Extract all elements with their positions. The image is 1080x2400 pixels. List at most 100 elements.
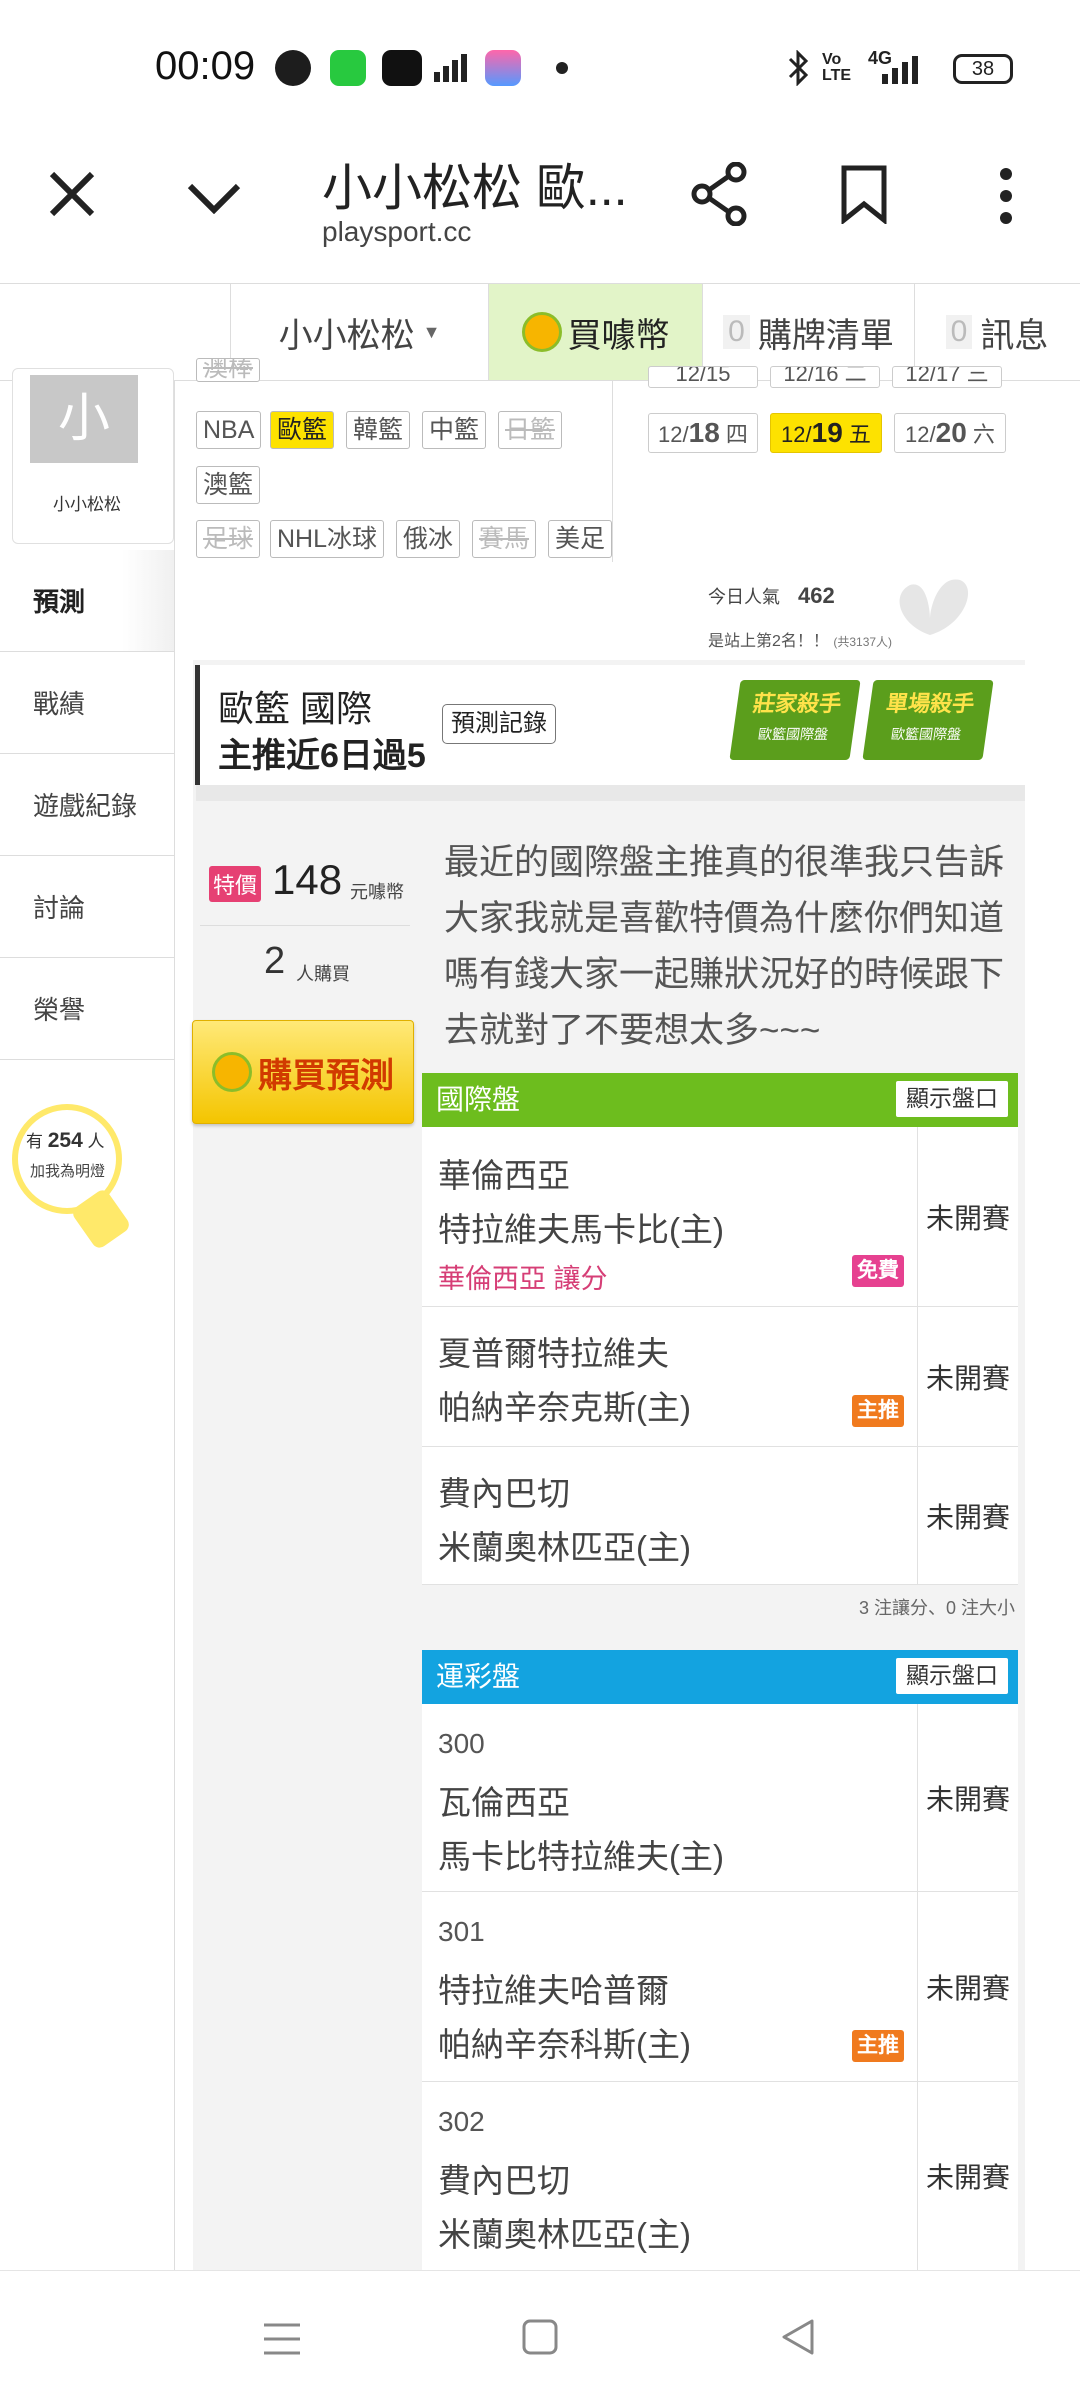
date-month: 12/ bbox=[905, 422, 936, 447]
buy-prediction-label: 購買預測 bbox=[258, 1056, 394, 1095]
category-chip-nba[interactable]: NBA bbox=[196, 411, 262, 449]
category-chip-australia-basketball[interactable]: 澳籃 bbox=[196, 466, 261, 504]
chevron-down-icon[interactable] bbox=[186, 182, 242, 214]
back-icon[interactable] bbox=[778, 2317, 818, 2357]
date-chip-12-19[interactable]: 12/19 五 bbox=[770, 413, 882, 453]
purchase-list-count: 0 bbox=[723, 315, 750, 349]
badge-sub: 歐籃國際盤 bbox=[889, 726, 963, 742]
game-status: 未開賽 bbox=[917, 1704, 1018, 1891]
prediction-league: 歐籃 國際 bbox=[218, 688, 373, 729]
badge-title: 莊家殺手 bbox=[751, 691, 844, 716]
line-icon bbox=[275, 50, 311, 86]
buy-coins-label: 買噱幣 bbox=[567, 316, 670, 355]
game-number: 300 bbox=[438, 1728, 485, 1759]
bookmark-icon[interactable] bbox=[840, 164, 888, 224]
category-chip-nhl[interactable]: NHL冰球 bbox=[270, 520, 385, 558]
popularity-label: 今日人氣 bbox=[708, 587, 780, 607]
sidebar-item-predictions[interactable]: 預測 bbox=[0, 550, 174, 652]
status-bar: 00:09 Vo LTE 4G 38 bbox=[0, 0, 1080, 130]
sale-tag: 特價 bbox=[209, 866, 262, 902]
game-row: 302 費內巴切 米蘭奧林匹亞(主) 未開賽 bbox=[422, 2082, 1018, 2270]
prediction-record-button[interactable]: 預測記錄 bbox=[442, 704, 556, 744]
light-prefix: 有 bbox=[26, 1132, 43, 1151]
international-header: 國際盤 顯示盤口 bbox=[422, 1073, 1018, 1127]
game-row: 夏普爾特拉維夫 帕納辛奈克斯(主) 主推 未開賽 bbox=[422, 1307, 1018, 1447]
category-chip-american-football[interactable]: 美足 bbox=[548, 520, 613, 558]
dot-icon bbox=[556, 62, 568, 74]
sidebar-item-label: 討論 bbox=[33, 893, 86, 923]
divider bbox=[200, 925, 410, 926]
show-odds-button[interactable]: 顯示盤口 bbox=[896, 1081, 1008, 1117]
date-weekday: 四 bbox=[725, 422, 748, 447]
profile-name[interactable]: 小小松松 bbox=[0, 490, 174, 515]
volte-icon: Vo LTE bbox=[822, 51, 852, 84]
home-team: 帕納辛奈克斯(主) bbox=[438, 1389, 691, 1426]
date-month: 12/ bbox=[781, 422, 812, 447]
panel-divider bbox=[196, 785, 1025, 801]
popularity: 今日人氣 462 bbox=[708, 583, 835, 609]
sidebar-item-label: 榮譽 bbox=[33, 995, 86, 1025]
category-chip-russia-hockey[interactable]: 俄冰 bbox=[396, 520, 461, 558]
date-day: 20 bbox=[935, 417, 967, 448]
butterfly-watermark-icon bbox=[899, 579, 969, 635]
share-icon[interactable] bbox=[690, 162, 750, 226]
home-team: 米蘭奧林匹亞(主) bbox=[438, 2216, 691, 2253]
sidebar-item-honors[interactable]: 榮譽 bbox=[0, 958, 174, 1060]
messages-label: 訊息 bbox=[980, 316, 1049, 355]
international-header-label: 國際盤 bbox=[436, 1084, 521, 1115]
main-pick-tag: 主推 bbox=[852, 2030, 904, 2062]
sidebar-item-record[interactable]: 戰績 bbox=[0, 652, 174, 754]
more-menu-icon[interactable] bbox=[996, 166, 1016, 226]
divider bbox=[612, 380, 613, 562]
recent-apps-icon[interactable] bbox=[262, 2319, 302, 2359]
price-value: 148 bbox=[272, 856, 343, 903]
date-chip-12-20[interactable]: 12/20 六 bbox=[894, 413, 1006, 453]
avatar[interactable]: 小 bbox=[30, 375, 138, 463]
game-status: 未開賽 bbox=[917, 1892, 1018, 2081]
clock: 00:09 bbox=[155, 44, 256, 88]
date-chip[interactable]: 12/15 bbox=[648, 366, 758, 388]
game-row: 費內巴切 米蘭奧林匹亞(主) 未開賽 bbox=[422, 1447, 1018, 1585]
system-nav-bar bbox=[0, 2270, 1080, 2400]
popularity-value: 462 bbox=[798, 583, 835, 608]
category-chip-japan-basketball[interactable]: 日籃 bbox=[498, 411, 563, 449]
category-chip-euro-basketball[interactable]: 歐籃 bbox=[270, 411, 335, 449]
add-light-link[interactable]: 加我為明燈 bbox=[30, 1160, 105, 1181]
price-unit: 元噱幣 bbox=[350, 882, 404, 902]
dealer-killer-badge: 莊家殺手 歐籃國際盤 bbox=[729, 680, 861, 760]
user-menu-label: 小小松松 bbox=[278, 316, 415, 355]
sidebar-item-discussion[interactable]: 討論 bbox=[0, 856, 174, 958]
away-team: 費內巴切 bbox=[438, 2162, 570, 2199]
main-pick-tag: 主推 bbox=[852, 1395, 904, 1427]
date-day: 19 bbox=[811, 417, 843, 448]
rank-note: 是站上第2名！！ (共3137人) bbox=[708, 627, 892, 651]
date-chip[interactable]: 12/17 三 bbox=[892, 366, 1002, 388]
home-icon[interactable] bbox=[520, 2317, 560, 2357]
game-icon bbox=[485, 50, 521, 86]
signal-chart-icon bbox=[434, 54, 467, 82]
category-chip-china-basketball[interactable]: 中籃 bbox=[422, 411, 487, 449]
show-odds-button[interactable]: 顯示盤口 bbox=[896, 1658, 1008, 1694]
buy-prediction-button[interactable]: 購買預測 bbox=[192, 1020, 414, 1124]
category-chip-horse-racing[interactable]: 賽馬 bbox=[472, 520, 537, 558]
buyers-unit: 人購買 bbox=[296, 964, 350, 984]
away-team: 瓦倫西亞 bbox=[438, 1784, 570, 1821]
messages-count: 0 bbox=[945, 315, 973, 349]
signal-icon bbox=[882, 56, 918, 84]
away-team: 華倫西亞 bbox=[438, 1157, 570, 1194]
category-chip-korea-basketball[interactable]: 韓籃 bbox=[346, 411, 411, 449]
date-weekday: 五 bbox=[848, 422, 871, 447]
date-chip-12-18[interactable]: 12/18 四 bbox=[648, 413, 758, 453]
page-url[interactable]: playsport.cc bbox=[322, 216, 471, 248]
light-count: 有 254 人 bbox=[26, 1127, 105, 1153]
game-row: 301 特拉維夫哈普爾 帕納辛奈科斯(主) 主推 未開賽 bbox=[422, 1892, 1018, 2082]
youtube-icon bbox=[382, 50, 422, 86]
light-suffix: 人 bbox=[87, 1132, 105, 1151]
category-chip-soccer[interactable]: 足球 bbox=[196, 520, 261, 558]
category-chip[interactable]: 澳棒 bbox=[196, 358, 261, 382]
user-menu[interactable]: 小小松松 ▼ bbox=[230, 284, 488, 380]
close-icon[interactable] bbox=[48, 170, 96, 218]
badge-title: 單場殺手 bbox=[884, 691, 977, 716]
date-chip[interactable]: 12/16 二 bbox=[770, 366, 880, 388]
sidebar-item-game-log[interactable]: 遊戲紀錄 bbox=[0, 754, 174, 856]
